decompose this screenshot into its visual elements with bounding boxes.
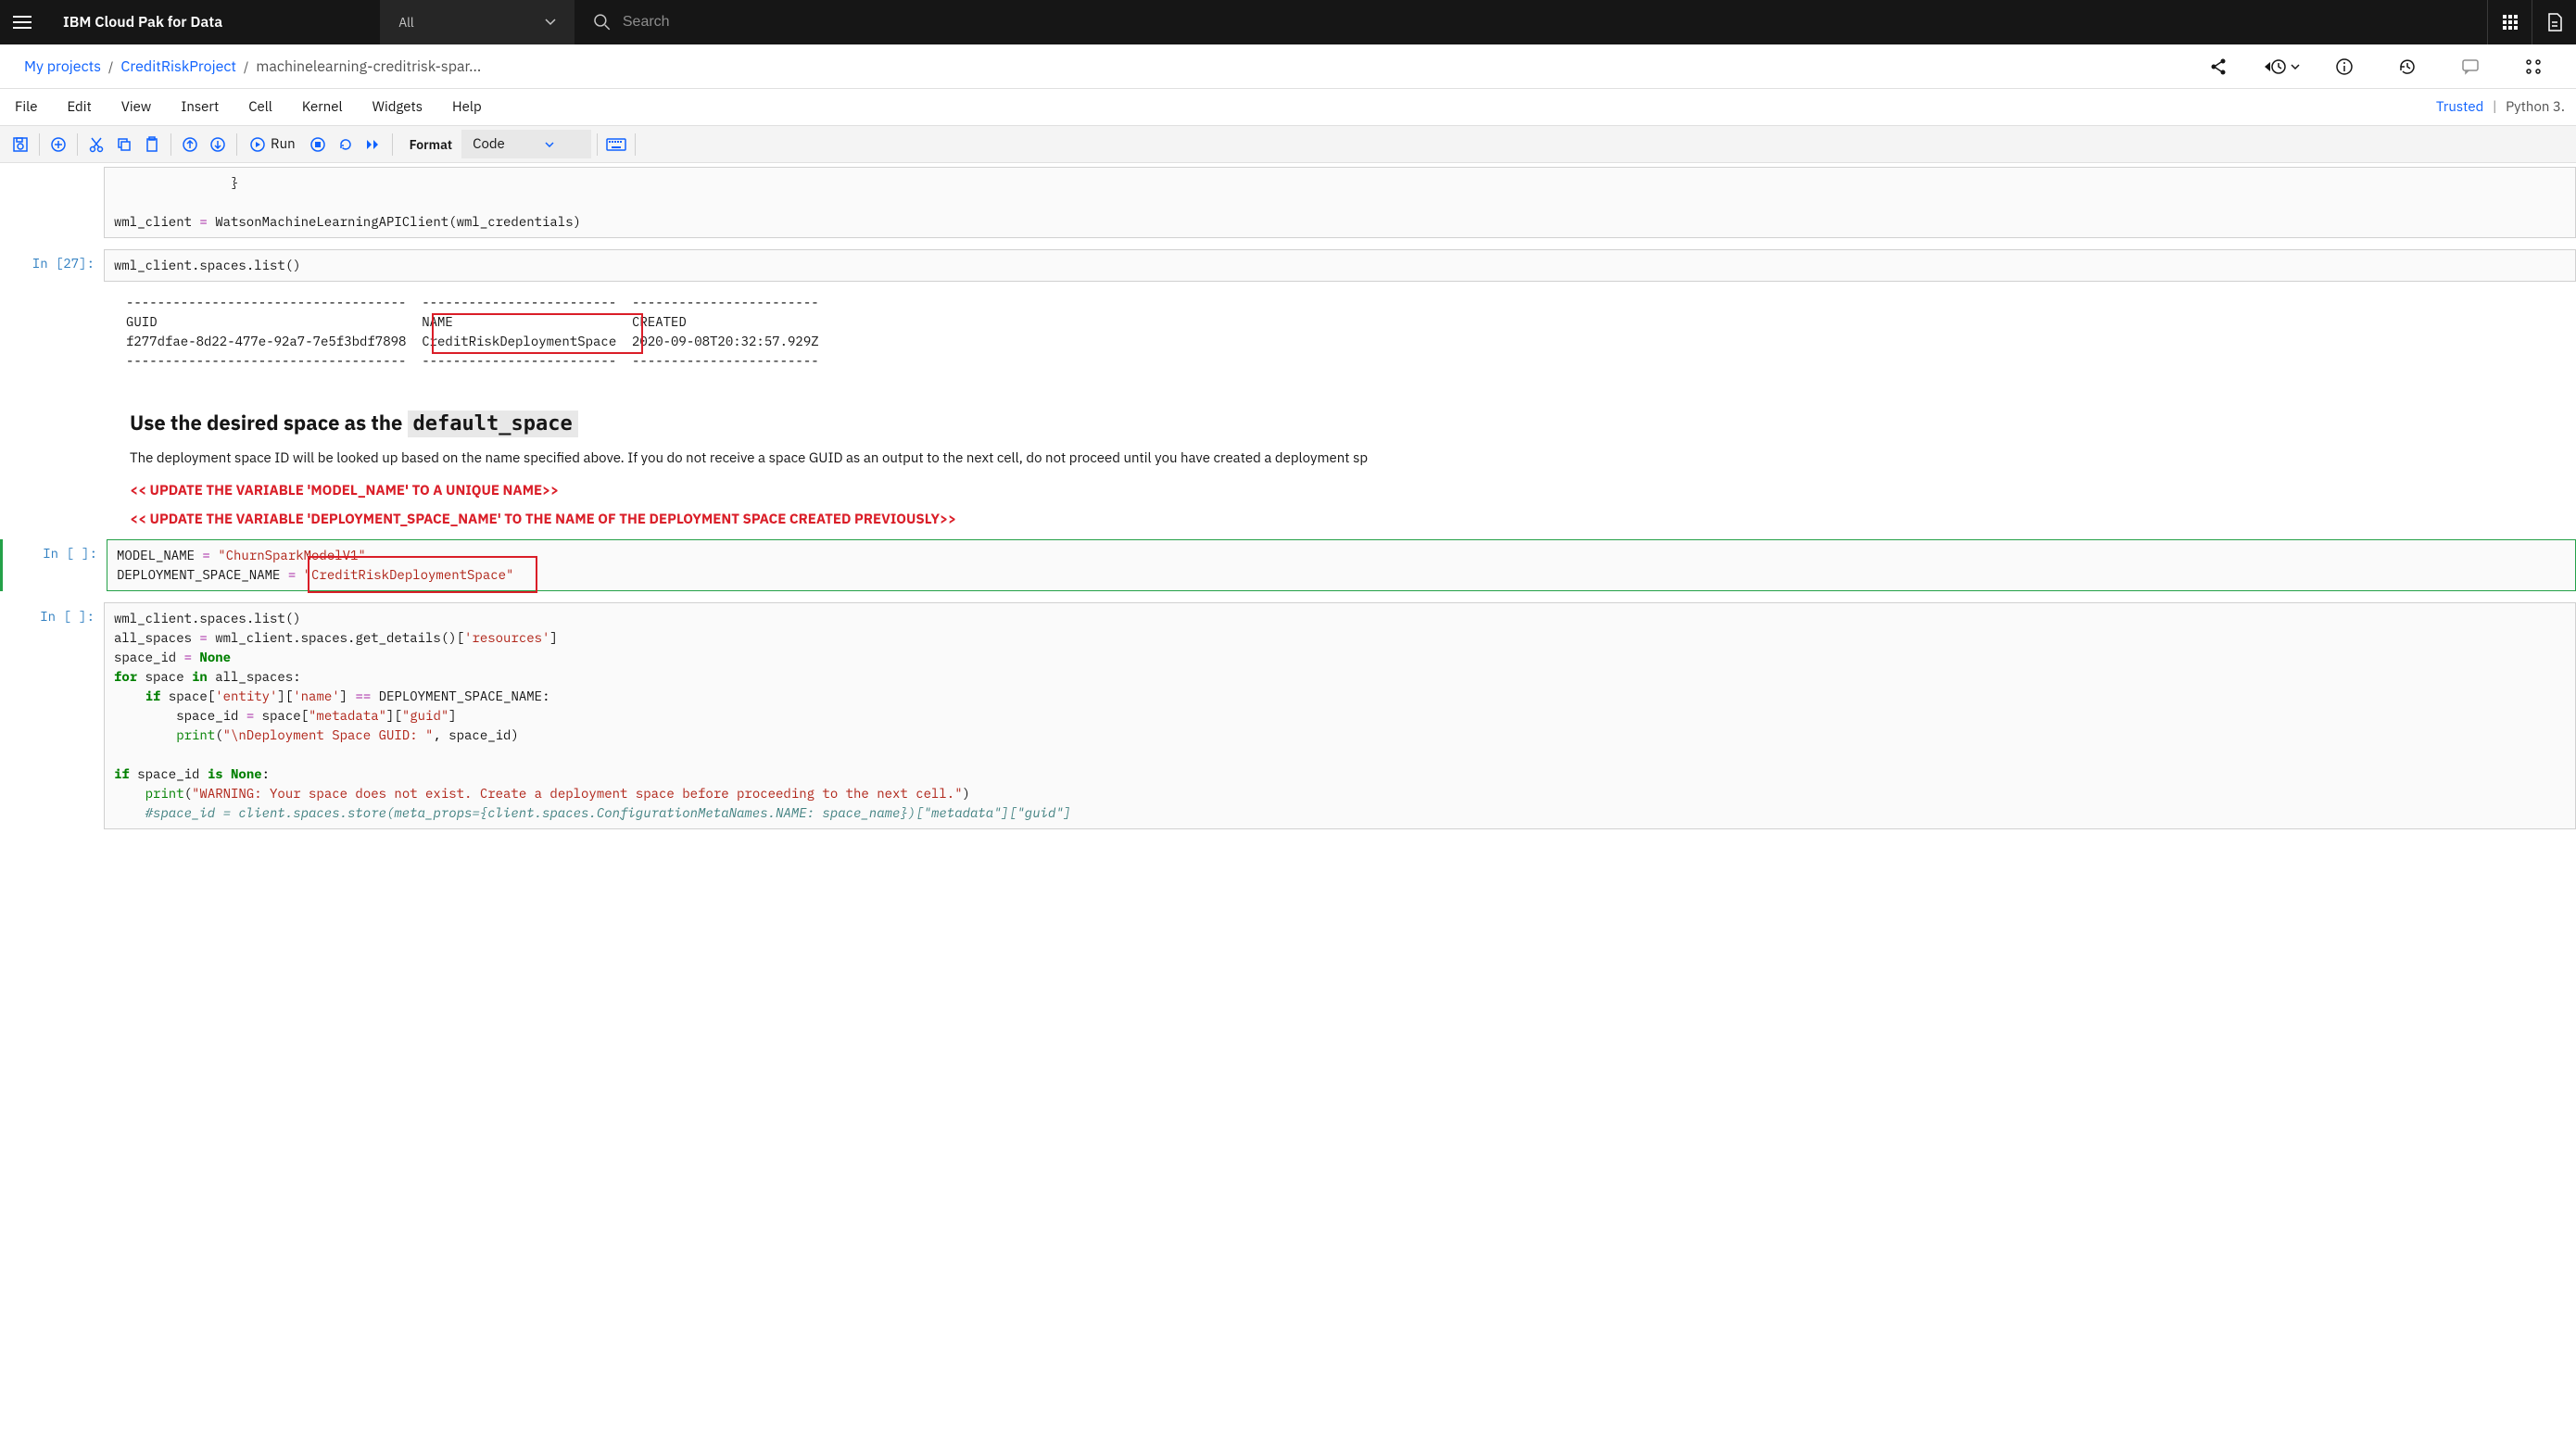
top-icons: [2487, 0, 2576, 44]
chevron-down-icon: [2291, 64, 2300, 69]
paste-icon[interactable]: [139, 132, 165, 158]
code-input[interactable]: wml_client.spaces.list() all_spaces = wm…: [104, 602, 2576, 829]
run-history-icon[interactable]: [2263, 48, 2300, 85]
menu-edit[interactable]: Edit: [52, 89, 106, 126]
trusted-indicator[interactable]: Trusted: [2436, 98, 2483, 116]
cell-type-value: Code: [473, 135, 505, 153]
notebook: } wml_client = WatsonMachineLearningAPIC…: [0, 163, 2576, 866]
info-icon[interactable]: [2326, 48, 2363, 85]
chevron-down-icon: [545, 142, 554, 147]
code-cell-selected[interactable]: In [ ]: MODEL_NAME = "ChurnSparkModelV1"…: [0, 539, 2576, 591]
breadcrumb: My projects / CreditRiskProject / machin…: [24, 57, 481, 76]
breadcrumb-root[interactable]: My projects: [24, 57, 101, 76]
menu-insert[interactable]: Insert: [166, 89, 234, 126]
search-input[interactable]: [623, 14, 2487, 31]
breadcrumb-actions: [2200, 48, 2552, 85]
history-icon[interactable]: [2389, 48, 2426, 85]
search-area: [575, 13, 2487, 32]
cell-type-select[interactable]: Code: [461, 130, 591, 158]
comment-icon[interactable]: [2452, 48, 2489, 85]
kernel-name: Python 3.: [2506, 98, 2565, 116]
keyboard-icon[interactable]: [603, 132, 629, 158]
document-icon[interactable]: [2532, 0, 2576, 44]
search-icon: [593, 13, 612, 32]
move-up-icon[interactable]: [177, 132, 203, 158]
menu-help[interactable]: Help: [437, 89, 497, 126]
cut-icon[interactable]: [83, 132, 109, 158]
markdown-warning: << UPDATE THE VARIABLE 'DEPLOYMENT_SPACE…: [130, 511, 2576, 528]
cell-prompt: [0, 167, 104, 238]
markdown-warning: << UPDATE THE VARIABLE 'MODEL_NAME' TO A…: [130, 482, 2576, 499]
breadcrumb-sep: /: [244, 58, 248, 75]
menu-file[interactable]: File: [0, 89, 52, 126]
format-label: Format: [410, 136, 452, 153]
output-cell: ------------------------------------ ---…: [0, 282, 2576, 382]
settings-icon[interactable]: [2515, 48, 2552, 85]
cell-output: ------------------------------------ ---…: [104, 282, 2576, 382]
copy-icon[interactable]: [111, 132, 137, 158]
save-icon[interactable]: [7, 132, 33, 158]
hamburger-menu[interactable]: [0, 0, 44, 44]
code-input[interactable]: wml_client.spaces.list(): [104, 249, 2576, 282]
code-cell[interactable]: In [ ]: wml_client.spaces.list() all_spa…: [0, 602, 2576, 829]
code-cell[interactable]: In [27]: wml_client.spaces.list(): [0, 249, 2576, 282]
stop-icon[interactable]: [305, 132, 331, 158]
breadcrumb-project[interactable]: CreditRiskProject: [120, 57, 236, 76]
breadcrumb-sep: /: [108, 58, 113, 75]
restart-icon[interactable]: [333, 132, 359, 158]
app-switcher-icon[interactable]: [2487, 0, 2532, 44]
top-bar: IBM Cloud Pak for Data All: [0, 0, 2576, 44]
code-cell[interactable]: } wml_client = WatsonMachineLearningAPIC…: [0, 167, 2576, 238]
markdown-text: The deployment space ID will be looked u…: [130, 449, 2576, 467]
code-input[interactable]: } wml_client = WatsonMachineLearningAPIC…: [104, 167, 2576, 238]
menu-widgets[interactable]: Widgets: [358, 89, 437, 126]
kernel-status: Trusted | Python 3.: [2436, 98, 2576, 116]
cell-prompt: In [27]:: [0, 249, 104, 282]
chevron-down-icon: [545, 19, 556, 26]
add-cell-icon[interactable]: [45, 132, 71, 158]
breadcrumb-current: machinelearning-creditrisk-spar...: [256, 57, 481, 76]
cell-prompt: In [ ]:: [3, 539, 107, 591]
move-down-icon[interactable]: [205, 132, 231, 158]
run-label: Run: [271, 135, 296, 153]
menu-cell[interactable]: Cell: [234, 89, 287, 126]
markdown-cell[interactable]: Use the desired space as the default_spa…: [0, 382, 2576, 528]
breadcrumb-bar: My projects / CreditRiskProject / machin…: [0, 44, 2576, 89]
brand-label: IBM Cloud Pak for Data: [44, 13, 241, 32]
toolbar: Run Format Code: [0, 126, 2576, 163]
markdown-heading: Use the desired space as the default_spa…: [130, 410, 2576, 436]
run-button[interactable]: Run: [243, 135, 303, 153]
menu-view[interactable]: View: [107, 89, 167, 126]
cell-prompt: In [ ]:: [0, 602, 104, 829]
scope-dropdown[interactable]: All: [380, 0, 575, 44]
menubar: File Edit View Insert Cell Kernel Widget…: [0, 89, 2576, 126]
menu-kernel[interactable]: Kernel: [287, 89, 358, 126]
fast-forward-icon[interactable]: [360, 132, 386, 158]
code-input[interactable]: MODEL_NAME = "ChurnSparkModelV1" DEPLOYM…: [107, 539, 2576, 591]
scope-dropdown-label: All: [398, 14, 414, 31]
share-icon[interactable]: [2200, 48, 2237, 85]
